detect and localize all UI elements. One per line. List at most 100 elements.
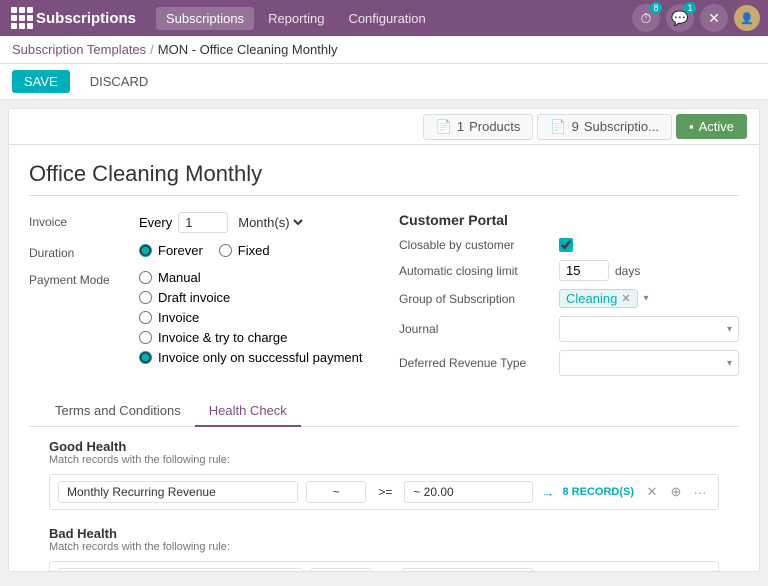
bad-health-operator[interactable]: ~ [311,568,371,572]
invoice-every-text: Every [139,215,172,230]
bad-health-title: Bad Health [49,526,719,541]
group-value: Cleaning ✕ ▾ [559,289,739,308]
payment-manual-option[interactable]: Manual [139,270,369,285]
deferred-value: ▾ [559,350,739,376]
deferred-select[interactable]: ▾ [559,350,739,376]
chat-badge: 1 [684,2,696,14]
payment-invoice-try-option[interactable]: Invoice & try to charge [139,330,369,345]
bad-health-add-icon[interactable]: ⊕ [666,569,686,572]
journal-label: Journal [399,322,559,336]
good-health-delete-icon[interactable]: ✕ [642,482,662,502]
journal-select[interactable]: ▾ [559,316,739,342]
journal-select-arrow: ▾ [727,324,732,335]
discard-button[interactable]: DISCARD [78,70,161,93]
subscriptions-button[interactable]: 📄 9 Subscriptio... [537,114,672,140]
duration-forever-radio[interactable] [139,244,152,257]
chat-icon-button[interactable]: 💬 1 [666,4,694,32]
clock-icon-button[interactable]: ⏱ 8 [632,4,660,32]
form-left: Invoice Every Month(s) Duration [29,212,369,384]
clock-badge: 8 [650,2,662,14]
good-health-value[interactable]: ~ 20.00 [404,481,533,503]
invoice-number-input[interactable] [178,212,228,233]
good-health-block: Good Health Match records with the follo… [49,439,719,510]
payment-draft-radio[interactable] [139,291,152,304]
good-health-more-icon[interactable]: ··· [690,482,710,502]
portal-title: Customer Portal [399,212,739,228]
products-icon: 📄 [436,119,452,135]
group-tag-text: Cleaning [566,291,617,306]
invoice-period-select[interactable]: Month(s) [234,214,306,231]
bad-health-field[interactable]: Monthly Recurring Revenue [58,568,303,572]
duration-options: Forever Fixed [139,243,369,258]
group-tag-remove[interactable]: ✕ [621,292,630,305]
closable-checkbox[interactable] [559,238,573,252]
good-health-field[interactable]: Monthly Recurring Revenue [58,481,298,503]
payment-invoice-option[interactable]: Invoice [139,310,369,325]
duration-forever-label: Forever [158,243,203,258]
invoice-field-row: Invoice Every Month(s) [29,212,369,233]
tab-terms[interactable]: Terms and Conditions [41,396,195,427]
deferred-label: Deferred Revenue Type [399,356,559,370]
auto-closing-label: Automatic closing limit [399,264,559,278]
action-bar: SAVE DISCARD [0,64,768,100]
active-label: Active [699,119,734,134]
nav-reporting[interactable]: Reporting [258,7,334,30]
bad-health-value[interactable]: ~ 20.00 [402,568,533,572]
form-title: Office Cleaning Monthly [29,161,739,196]
group-dropdown-arrow[interactable]: ▾ [644,293,649,304]
payment-invoice-success-option[interactable]: Invoice only on successful payment [139,350,369,365]
good-health-add-icon[interactable]: ⊕ [666,482,686,502]
payment-invoice-radio[interactable] [139,311,152,324]
auto-closing-input[interactable] [559,260,609,281]
payment-invoice-success-radio[interactable] [139,351,152,364]
good-health-records[interactable]: 8 RECORD(S) [562,486,634,498]
products-count: 1 [457,119,464,134]
products-button[interactable]: 📄 1 Products [423,114,534,140]
good-health-actions: ✕ ⊕ ··· [642,482,710,502]
breadcrumb-parent-link[interactable]: Subscription Templates [12,42,146,57]
bad-health-arrow-icon: → [541,572,554,573]
closable-value [559,238,739,252]
duration-fixed-radio[interactable] [219,244,232,257]
nav-configuration[interactable]: Configuration [338,7,435,30]
nav-subscriptions[interactable]: Subscriptions [156,7,254,30]
group-field: Group of Subscription Cleaning ✕ ▾ [399,289,739,308]
good-health-title: Good Health [49,439,719,454]
bad-health-delete-icon[interactable]: ✕ [642,569,662,572]
breadcrumb-current: MON - Office Cleaning Monthly [158,42,338,57]
bad-health-subtitle: Match records with the following rule: [49,541,719,553]
good-health-subtitle: Match records with the following rule: [49,454,719,466]
duration-forever-option[interactable]: Forever [139,243,203,258]
good-health-row: Monthly Recurring Revenue ~ >= ~ 20.00 →… [49,474,719,510]
user-avatar[interactable]: 👤 [734,5,760,31]
journal-value: ▾ [559,316,739,342]
active-status-button[interactable]: ▪ Active [676,114,747,139]
payment-invoice-label: Invoice [158,310,199,325]
main-navigation: Subscriptions Reporting Configuration [156,7,436,30]
payment-invoice-try-radio[interactable] [139,331,152,344]
duration-fixed-option[interactable]: Fixed [219,243,270,258]
payment-options: Manual Draft invoice Invoice Invoic [139,270,369,365]
save-button[interactable]: SAVE [12,70,70,93]
duration-label: Duration [29,243,139,260]
form-right: Customer Portal Closable by customer Aut… [399,212,739,384]
apps-menu-button[interactable] [8,4,36,32]
tab-health-check[interactable]: Health Check [195,396,301,427]
tabs-bar: Terms and Conditions Health Check [29,396,739,427]
health-section: Good Health Match records with the follo… [29,427,739,572]
subscriptions-label: Subscriptio... [584,119,659,134]
payment-label: Payment Mode [29,270,139,287]
deferred-select-arrow: ▾ [727,358,732,369]
good-health-arrow-icon: → [541,485,554,500]
bad-health-more-icon[interactable]: ··· [690,569,710,572]
main-content: 📄 1 Products 📄 9 Subscriptio... ▪ Active… [8,108,760,572]
payment-manual-radio[interactable] [139,271,152,284]
good-health-operator[interactable]: ~ [306,481,366,503]
payment-draft-option[interactable]: Draft invoice [139,290,369,305]
status-bar: 📄 1 Products 📄 9 Subscriptio... ▪ Active [9,109,759,145]
bad-health-row: Monthly Recurring Revenue ~ < ~ 20.00 → … [49,561,719,572]
group-tag: Cleaning ✕ [559,289,638,308]
closable-label: Closable by customer [399,238,559,252]
auto-closing-value: days [559,260,739,281]
close-icon-button[interactable]: ✕ [700,4,728,32]
